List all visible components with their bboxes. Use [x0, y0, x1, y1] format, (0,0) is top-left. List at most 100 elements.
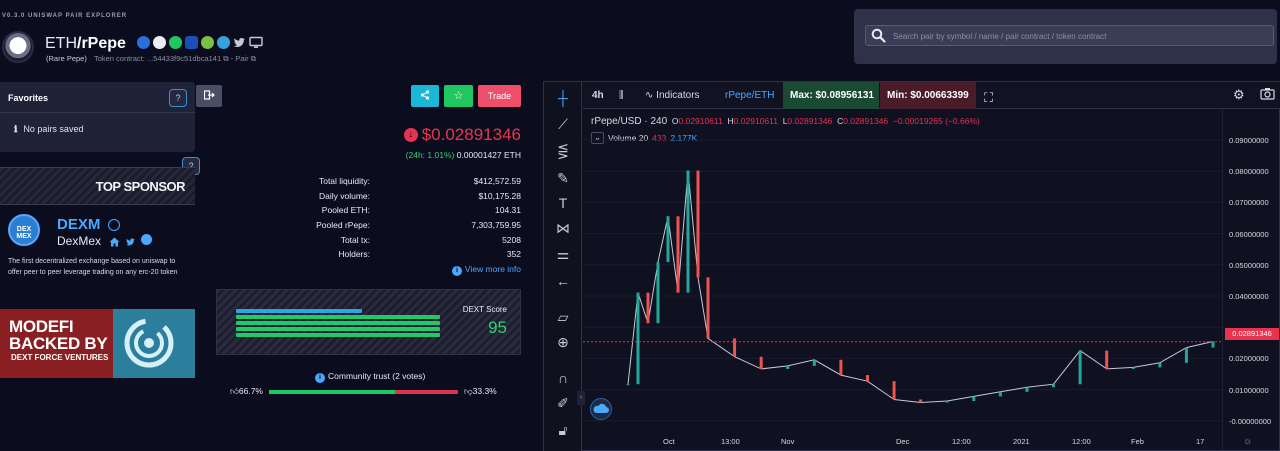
candle-type-icon[interactable]: ⫼: [619, 90, 624, 101]
price-candle: [1052, 384, 1056, 388]
top-sponsor-banner: TOP SPONSOR: [0, 167, 195, 205]
lock-drawing-icon[interactable]: ✐: [555, 395, 571, 411]
pair-toggle[interactable]: rPepe/ETH: [725, 90, 774, 101]
interval-selector[interactable]: 4h: [592, 90, 604, 101]
stat-value: 352: [506, 249, 521, 260]
fullscreen-icon[interactable]: ⛶: [984, 90, 993, 106]
thumbs-down-button[interactable]: 👎︎33.3%: [464, 386, 497, 397]
brush-icon[interactable]: ✎: [555, 170, 571, 186]
price-candle: [1078, 350, 1082, 385]
modefi-title: MODEFI BACKED BY: [9, 317, 108, 353]
stat-row: Total tx: 5208: [250, 235, 521, 250]
price-candle: [972, 396, 976, 401]
settings-gear-icon[interactable]: ⚙: [1233, 87, 1245, 103]
telegram-icon[interactable]: [141, 234, 152, 245]
price-chart[interactable]: [583, 110, 1223, 450]
favorites-title: Favorites: [8, 93, 49, 103]
time-tick-label: Dec: [896, 437, 910, 446]
dext-score-bar: [236, 309, 362, 313]
price-tick-label: 0.08000000: [1229, 167, 1269, 177]
base-symbol: ETH: [45, 35, 77, 52]
exit-icon: [203, 90, 215, 100]
time-tick-label: 2021: [1013, 437, 1030, 446]
price-tick-label: 0.09000000: [1229, 136, 1269, 145]
time-tick-label: 13:00: [721, 437, 740, 446]
ruler-icon[interactable]: ▱: [555, 309, 571, 325]
stat-row: Total liquidity: $412,572.59: [250, 176, 521, 191]
website-icon[interactable]: [249, 36, 263, 49]
home-icon[interactable]: [109, 234, 120, 252]
stat-value: 7,303,759.95: [471, 220, 521, 231]
trade-button[interactable]: Trade: [478, 85, 521, 107]
price-tick-label: 0.06000000: [1229, 229, 1269, 239]
zoom-in-icon[interactable]: ⊕: [555, 334, 571, 350]
time-tick-label: 12:00: [952, 437, 971, 446]
favorites-help-button[interactable]: ?: [169, 89, 187, 107]
price-candle: [1025, 387, 1029, 392]
twitter-icon[interactable]: [233, 36, 246, 49]
time-tick-label: 12:00: [1072, 437, 1091, 446]
etherscan-icon[interactable]: [137, 36, 150, 49]
coingecko-icon[interactable]: [201, 36, 214, 49]
fib-icon[interactable]: ⋚: [555, 143, 571, 159]
dext-score-bar: [236, 321, 440, 325]
price-candle: [865, 375, 869, 382]
stat-value: 5208: [502, 234, 521, 245]
prediction-icon[interactable]: ⚌: [555, 246, 571, 262]
community-trust-row: 👍︎66.7% 👎︎33.3%: [230, 386, 497, 397]
stat-row: Pooled rPepe: 7,303,759.95: [250, 220, 521, 235]
dext-score-bar: [236, 333, 440, 337]
lock-icon[interactable]: [185, 36, 198, 49]
version-label: V0.3.0 UNISWAP PAIR EXPLORER: [2, 13, 128, 19]
favorite-star-button[interactable]: ☆: [444, 85, 473, 107]
search-input[interactable]: [893, 29, 1263, 43]
price-eth: (24h: 1.01%) 0.00001427 ETH: [406, 150, 521, 160]
token-contract[interactable]: Token contract: ...54433f9c51dbca141 ⧉ -…: [94, 54, 256, 63]
price-candle: [1211, 341, 1215, 348]
chart-icon[interactable]: [169, 36, 182, 49]
time-tick-label: 17: [1196, 437, 1205, 446]
token-name: (Rare Pepe): [46, 54, 87, 63]
lock-icon[interactable]: 🔓︎: [555, 422, 571, 438]
min-price-badge: Min: $0.00663399: [880, 82, 976, 109]
text-tool-icon[interactable]: T: [555, 195, 571, 211]
price-usd: $0.02891346: [421, 125, 521, 144]
pattern-icon[interactable]: ⋈: [555, 220, 571, 236]
star-icon: ☆: [453, 90, 464, 102]
price-candle: [839, 359, 843, 376]
time-tick-label: Feb: [1131, 437, 1144, 446]
view-more-info-link[interactable]: i View more info: [451, 264, 521, 276]
exit-button[interactable]: [196, 85, 222, 107]
share-button[interactable]: [411, 85, 439, 107]
stat-row: Daily volume: $10,175.28: [250, 191, 521, 206]
indicators-button[interactable]: ∿ Indicators: [645, 90, 700, 101]
price-tick-label: 0.04000000: [1229, 292, 1269, 301]
stat-label: Daily volume:: [318, 190, 370, 201]
price-candle: [812, 359, 816, 366]
price-row: ↓ $0.02891346: [403, 125, 521, 145]
info-icon: i: [451, 266, 462, 276]
axis-settings-icon[interactable]: ☼: [1243, 436, 1252, 447]
community-trust-label: i Community trust (2 votes): [315, 371, 425, 383]
trend-line-icon[interactable]: ⟋: [555, 116, 571, 132]
no-pairs-message: ℹ No pairs saved: [14, 124, 84, 134]
telegram-icon[interactable]: [217, 36, 230, 49]
uniswap-icon[interactable]: [153, 36, 166, 49]
price-candle: [636, 292, 640, 385]
stat-value: 104.31: [495, 205, 521, 216]
camera-icon[interactable]: [1260, 87, 1275, 103]
price-tick-label: 0.05000000: [1229, 260, 1269, 270]
twitter-icon[interactable]: [125, 234, 136, 252]
stat-value: $10,175.28: [478, 190, 521, 201]
price-tick-label: 0.01000000: [1229, 385, 1269, 395]
magnet-icon[interactable]: ∩: [555, 370, 571, 386]
crosshair-icon[interactable]: ┼: [555, 90, 571, 106]
price-candle: [892, 381, 896, 400]
dext-score-value: 95: [488, 318, 507, 337]
cloud-save-icon[interactable]: [590, 398, 612, 420]
thumbs-up-button[interactable]: 👍︎66.7%: [230, 386, 263, 397]
price-candle: [1131, 367, 1135, 369]
price-tick-label: -0.00000000: [1229, 416, 1272, 426]
back-arrow-icon[interactable]: ←: [555, 273, 571, 289]
trust-bar-fill: [269, 389, 396, 394]
